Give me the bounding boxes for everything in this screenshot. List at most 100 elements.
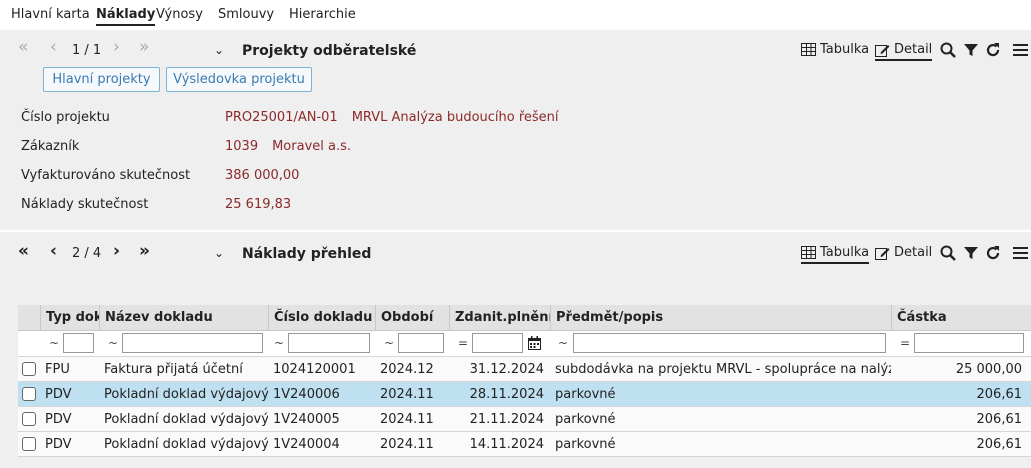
tab-revenues[interactable]: Výnosy <box>156 7 203 22</box>
prev-page-icon[interactable]: ‹ <box>50 39 57 56</box>
table-row[interactable]: FPU Faktura přijatá účetní 1024120001 20… <box>18 357 1031 382</box>
row-checkbox[interactable] <box>22 362 36 376</box>
project-code[interactable]: PRO25001/AN-01 <box>225 110 338 125</box>
field-value-invoiced: 386 000,00 <box>225 168 300 183</box>
cell-tax-date: 31.12.2024 <box>469 362 544 377</box>
cell-doc-name: Pokladní doklad výdajový <box>104 387 268 402</box>
tab-main-card[interactable]: Hlavní karta <box>11 7 90 22</box>
customer-name[interactable]: Moravel a.s. <box>272 139 351 154</box>
cell-amount: 25 000,00 <box>955 362 1022 377</box>
next-page-icon[interactable]: › <box>113 243 120 260</box>
panel-title: Náklady přehled <box>242 246 372 262</box>
filter-operator[interactable]: ~ <box>274 336 284 350</box>
table-row[interactable]: PDV Pokladní doklad výdajový 1V240004 20… <box>18 432 1031 457</box>
cell-tax-date: 28.11.2024 <box>469 387 544 402</box>
field-value-project-number: PRO25001/AN-01 MRVL Analýza budoucího řeš… <box>225 110 573 125</box>
detail-view-button[interactable]: Detail <box>875 245 932 260</box>
first-page-icon[interactable]: « <box>18 243 29 260</box>
prev-page-icon[interactable]: ‹ <box>50 243 57 260</box>
filter-operator[interactable]: ~ <box>49 336 59 350</box>
project-results-button[interactable]: Výsledovka projektu <box>166 67 312 92</box>
cell-amount: 206,61 <box>976 412 1023 427</box>
cell-period: 2024.11 <box>380 387 434 402</box>
row-checkbox[interactable] <box>22 437 36 451</box>
tab-contracts[interactable]: Smlouvy <box>218 7 274 22</box>
field-value-costs: 25 619,83 <box>225 197 292 212</box>
col-doc-number[interactable]: Číslo dokladu <box>268 305 375 331</box>
project-name[interactable]: MRVL Analýza budoucího řešení <box>352 110 559 125</box>
table-row[interactable]: PDV Pokladní doklad výdajový 1V240005 20… <box>18 407 1031 432</box>
cell-doc-type: PDV <box>45 437 72 452</box>
cell-period: 2024.11 <box>380 412 434 427</box>
row-checkbox[interactable] <box>22 387 36 401</box>
cell-doc-name: Pokladní doklad výdajový <box>104 412 268 427</box>
table-view-button[interactable]: Tabulka <box>801 245 870 264</box>
field-label-project-number: Číslo projektu <box>21 110 110 125</box>
search-icon[interactable] <box>939 41 957 59</box>
pager-text: 1 / 1 <box>72 43 102 58</box>
cell-period: 2024.11 <box>380 437 434 452</box>
table-view-button[interactable]: Tabulka <box>801 42 869 57</box>
cell-description: parkovné <box>555 412 616 427</box>
cell-tax-date: 14.11.2024 <box>469 437 544 452</box>
filter-description-input[interactable] <box>573 333 886 353</box>
table-view-label: Tabulka <box>820 42 870 57</box>
cell-doc-type: FPU <box>45 362 70 377</box>
cell-amount: 206,61 <box>976 437 1023 452</box>
col-amount[interactable]: Částka <box>891 305 1028 331</box>
detail-view-label: Detail <box>894 245 933 260</box>
tab-hierarchy[interactable]: Hierarchie <box>289 7 356 22</box>
cell-doc-type: PDV <box>45 387 72 402</box>
refresh-icon[interactable] <box>984 41 1002 59</box>
collapse-chevron-icon[interactable]: ⌄ <box>214 43 224 57</box>
field-value-customer: 1039 Moravel a.s. <box>225 139 365 154</box>
cell-description: subdodávka na projektu MRVL - spolupráce… <box>555 362 891 377</box>
filter-doc-type-input[interactable] <box>63 333 94 353</box>
filter-operator[interactable]: ~ <box>108 336 118 350</box>
table-row[interactable]: PDV Pokladní doklad výdajový 1V240006 20… <box>18 382 1031 407</box>
tab-costs[interactable]: Náklady <box>96 7 156 26</box>
filter-operator[interactable]: = <box>900 336 910 350</box>
col-description[interactable]: Předmět/popis <box>550 305 891 331</box>
col-doc-name[interactable]: Název dokladu <box>99 305 268 331</box>
col-doc-type[interactable]: Typ dokl. <box>40 305 99 331</box>
cell-period: 2024.12 <box>380 362 434 377</box>
detail-view-button[interactable]: Detail <box>875 42 933 61</box>
tab-bar: Hlavní karta Náklady Výnosy Smlouvy Hier… <box>0 0 1031 30</box>
filter-operator[interactable]: ~ <box>558 336 568 350</box>
collapse-chevron-icon[interactable]: ⌄ <box>214 246 224 260</box>
filter-doc-name-input[interactable] <box>122 333 263 353</box>
cell-doc-name: Faktura přijatá účetní <box>104 362 243 377</box>
edit-icon <box>875 247 890 260</box>
filter-amount-input[interactable] <box>914 333 1024 353</box>
main-projects-button[interactable]: Hlavní projekty <box>43 67 160 92</box>
menu-icon[interactable] <box>1011 244 1029 262</box>
filter-operator[interactable]: = <box>458 336 468 350</box>
filter-period-input[interactable] <box>398 333 444 353</box>
table-view-label: Tabulka <box>820 245 870 260</box>
filter-doc-number-input[interactable] <box>288 333 370 353</box>
row-checkbox[interactable] <box>22 412 36 426</box>
field-label-costs: Náklady skutečnost <box>21 197 149 212</box>
table-icon <box>801 246 816 259</box>
refresh-icon[interactable] <box>984 244 1002 262</box>
filter-icon[interactable] <box>962 244 980 262</box>
project-panel: « ‹ 1 / 1 › » ⌄ Projekty odběratelské Ta… <box>0 30 1031 230</box>
table-icon <box>801 43 816 56</box>
first-page-icon[interactable]: « <box>18 39 28 56</box>
filter-icon[interactable] <box>962 41 980 59</box>
cell-doc-number: 1V240005 <box>273 412 340 427</box>
calendar-icon[interactable] <box>528 336 541 354</box>
col-period[interactable]: Období <box>375 305 449 331</box>
cell-doc-name: Pokladní doklad výdajový <box>104 437 268 452</box>
cell-description: parkovné <box>555 437 616 452</box>
customer-id[interactable]: 1039 <box>225 139 258 154</box>
last-page-icon[interactable]: » <box>139 243 150 260</box>
next-page-icon[interactable]: › <box>113 39 120 56</box>
last-page-icon[interactable]: » <box>139 39 149 56</box>
col-tax-date[interactable]: Zdanit.plnění <box>449 305 550 331</box>
search-icon[interactable] <box>939 244 957 262</box>
menu-icon[interactable] <box>1011 41 1029 59</box>
filter-operator[interactable]: ~ <box>384 336 394 350</box>
filter-tax-date-input[interactable] <box>472 333 523 353</box>
